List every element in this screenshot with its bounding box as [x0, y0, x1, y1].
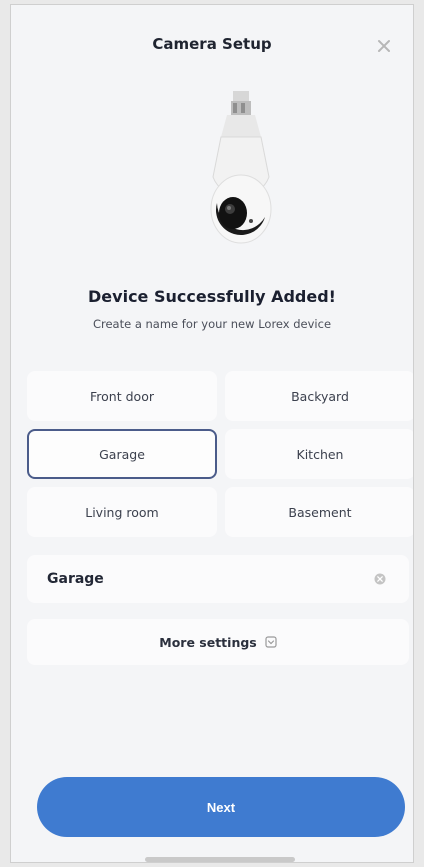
setup-screen: Camera Setup Device Successfully Added! …: [10, 4, 414, 863]
close-button[interactable]: [373, 35, 395, 57]
device-name-field[interactable]: Garage: [27, 555, 409, 603]
more-settings-label: More settings: [159, 634, 257, 650]
name-option-kitchen[interactable]: Kitchen: [225, 429, 413, 479]
name-option-living-room[interactable]: Living room: [27, 487, 217, 537]
header: Camera Setup: [11, 33, 413, 61]
chevron-down-icon: [265, 636, 277, 648]
name-suggestions: Front door Backyard Garage Kitchen Livin…: [27, 371, 413, 537]
home-indicator: [145, 857, 295, 862]
camera-image: [210, 91, 272, 244]
close-icon: [378, 40, 390, 52]
more-settings-button[interactable]: More settings: [27, 619, 409, 665]
clear-icon: [374, 573, 386, 585]
success-headline: Device Successfully Added!: [88, 287, 336, 306]
name-option-basement[interactable]: Basement: [225, 487, 413, 537]
clear-button[interactable]: [371, 570, 389, 588]
name-option-backyard[interactable]: Backyard: [225, 371, 413, 421]
device-name-value[interactable]: Garage: [47, 571, 371, 587]
page-title: Camera Setup: [152, 35, 272, 53]
success-subline: Create a name for your new Lorex device: [92, 317, 332, 331]
next-button[interactable]: Next: [37, 777, 405, 837]
name-option-front-door[interactable]: Front door: [27, 371, 217, 421]
name-option-garage[interactable]: Garage: [27, 429, 217, 479]
